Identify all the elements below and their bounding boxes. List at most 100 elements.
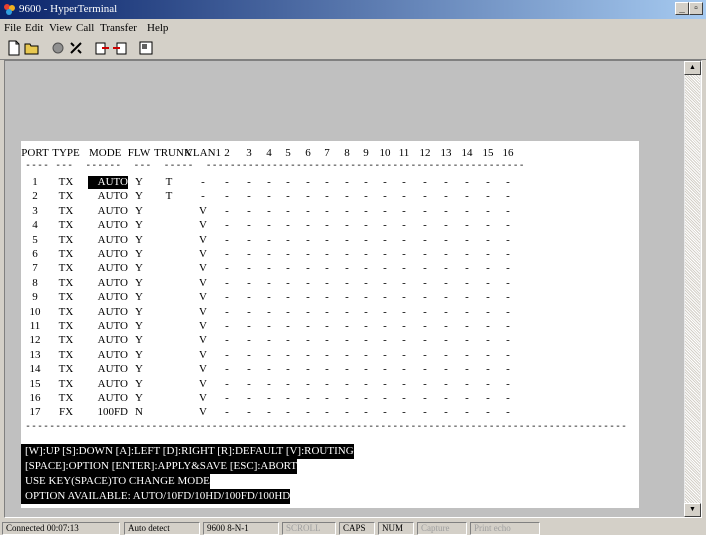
row-flw: Y [135,204,143,217]
row-trunk [162,363,176,376]
row-vlan-cell: - [423,305,427,318]
dial-icon[interactable] [68,40,84,56]
row-port: 4 [32,219,38,232]
row-vlan-cell: - [267,190,271,203]
row-vlan1: - [201,190,205,203]
row-mode: AUTO [97,392,128,404]
row-port: 11 [29,320,41,332]
row-vlan-cell: - [325,348,329,361]
menu-file[interactable]: File [4,22,21,34]
header-separator: ---- --- ------ --- ----- --------------… [25,160,525,171]
properties-icon[interactable] [138,40,154,56]
scroll-up-icon[interactable]: ▲ [684,61,701,75]
row-vlan-cell: - [383,377,387,390]
row-vlan-cell: - [423,334,427,347]
row-vlan-cell: - [402,219,406,232]
row-vlan-cell: - [402,406,406,419]
row-vlan-cell: - [364,190,368,203]
row-vlan1: V [199,305,207,318]
row-vlan-cell: - [345,406,349,419]
row-port: 12 [29,334,41,347]
row-vlan-cell: - [444,276,448,289]
row-vlan-cell: - [486,305,490,318]
row-vlan-cell: - [267,320,271,332]
row-vlan-cell: - [465,262,469,275]
column-header-16: 16 [502,147,514,159]
row-vlan-cell: - [225,348,229,361]
row-vlan-cell: - [306,219,310,232]
row-vlan-cell: - [506,291,510,304]
row-vlan-cell: - [444,204,448,217]
row-vlan-cell: - [364,248,368,260]
terminal-screen[interactable]: PORT TYPE MODE FLW TRUNK VLAN1 2 3 4 5 6 7 8 9 10 11 12 1… [21,141,639,508]
row-vlan-cell: - [486,176,490,188]
row-vlan-cell: - [402,233,406,246]
open-icon[interactable] [24,40,40,56]
row-vlan-cell: - [286,233,290,246]
vertical-scrollbar[interactable]: ▲ ▼ [684,61,701,517]
row-vlan-cell: - [402,320,406,332]
row-vlan-cell: - [247,204,251,217]
minimize-button[interactable]: _ [675,2,689,15]
row-vlan-cell: - [286,392,290,404]
row-vlan-cell: - [225,176,229,188]
status-bar: Connected 00:07:13 Auto detect 9600 8-N-… [0,521,706,535]
row-flw: Y [135,348,143,361]
row-vlan-cell: - [465,219,469,232]
row-port: 5 [32,233,38,246]
row-vlan-cell: - [465,248,469,260]
row-flw: Y [135,248,143,260]
row-vlan-cell: - [267,219,271,232]
row-vlan1: - [201,176,205,188]
row-vlan-cell: - [286,363,290,376]
row-mode: AUTO [97,262,128,275]
menu-help[interactable]: Help [147,22,168,34]
receive-icon[interactable] [112,40,128,56]
selected-mode-cell[interactable]: AUTO [88,176,128,189]
scroll-down-icon[interactable]: ▼ [684,503,701,517]
row-mode: AUTO [97,190,128,203]
menu-edit[interactable]: Edit [25,22,43,34]
row-type: TX [58,176,74,188]
title-bar[interactable]: 9600 - HyperTerminal _ ▫ [0,0,706,19]
row-vlan-cell: - [444,248,448,260]
row-vlan-cell: - [423,262,427,275]
row-vlan-cell: - [364,334,368,347]
menu-call[interactable]: Call [76,22,94,34]
row-vlan-cell: - [364,377,368,390]
row-vlan-cell: - [486,190,490,203]
row-vlan-cell: - [286,248,290,260]
disconnect-icon[interactable] [50,40,66,56]
row-vlan-cell: - [286,406,290,419]
row-vlan-cell: - [402,348,406,361]
row-vlan-cell: - [286,305,290,318]
row-vlan-cell: - [247,305,251,318]
row-vlan-cell: - [423,248,427,260]
menu-transfer[interactable]: Transfer [100,22,137,34]
menu-bar: File Edit View Call Transfer Help [0,19,706,37]
row-vlan1: V [199,291,207,304]
row-vlan-cell: - [444,262,448,275]
row-vlan-cell: - [506,305,510,318]
row-port: 14 [29,363,41,376]
row-type: TX [58,291,74,304]
row-vlan-cell: - [286,190,290,203]
row-vlan-cell: - [325,204,329,217]
scrollbar-track[interactable] [685,75,700,503]
row-vlan-cell: - [486,392,490,404]
row-vlan-cell: - [383,348,387,361]
row-trunk [162,406,176,419]
row-vlan-cell: - [306,377,310,390]
row-vlan-cell: - [506,334,510,347]
row-vlan-cell: - [465,363,469,376]
new-icon[interactable] [6,40,22,56]
menu-view[interactable]: View [49,22,72,34]
maximize-button[interactable]: ▫ [689,2,703,15]
row-port: 10 [29,305,41,318]
row-vlan-cell: - [486,233,490,246]
send-icon[interactable] [94,40,110,56]
row-vlan-cell: - [444,392,448,404]
row-vlan-cell: - [345,190,349,203]
row-vlan-cell: - [486,377,490,390]
row-vlan-cell: - [286,320,290,332]
